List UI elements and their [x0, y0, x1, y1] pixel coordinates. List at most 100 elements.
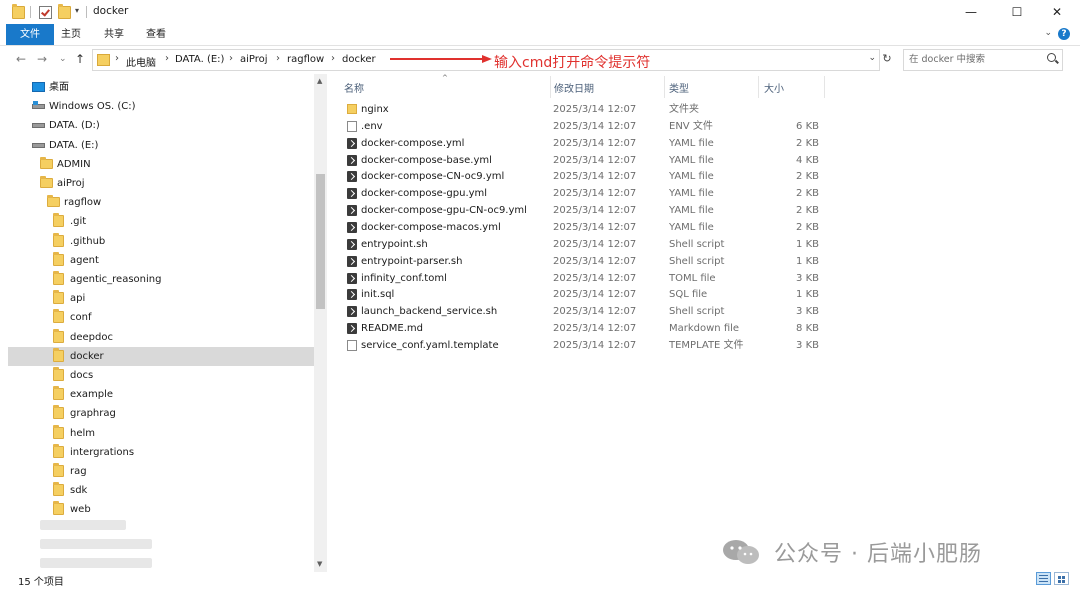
search-input[interactable]: [909, 53, 1039, 66]
folder-icon: [53, 251, 64, 266]
file-row[interactable]: init.sql 2025/3/14 12:07 SQL file 1 KB: [344, 286, 819, 303]
column-divider[interactable]: [664, 76, 665, 98]
tab-share[interactable]: 共享: [95, 24, 133, 45]
tree-item[interactable]: example: [0, 385, 314, 404]
script-file-icon: [347, 205, 357, 217]
tab-home[interactable]: 主页: [52, 24, 90, 45]
column-divider[interactable]: [758, 76, 759, 98]
file-name: launch_backend_service.sh: [361, 306, 498, 318]
breadcrumb-ragflow[interactable]: ragflow: [287, 54, 324, 65]
script-file-icon: [347, 171, 357, 183]
tab-view[interactable]: 查看: [137, 24, 175, 45]
tree-item[interactable]: graphrag: [0, 404, 314, 423]
file-row[interactable]: nginx 2025/3/14 12:07 文件夹: [344, 101, 819, 118]
minimize-button[interactable]: —: [948, 0, 994, 24]
up-button[interactable]: ↑: [75, 52, 85, 66]
file-row[interactable]: infinity_conf.toml 2025/3/14 12:07 TOML fi…: [344, 270, 819, 287]
file-row[interactable]: .env 2025/3/14 12:07 ENV 文件 6 KB: [344, 118, 819, 135]
file-name: docker-compose-macos.yml: [361, 221, 501, 233]
file-row[interactable]: docker-compose-gpu.yml 2025/3/14 12:07 YAM…: [344, 185, 819, 202]
file-type: YAML file: [669, 137, 714, 149]
tree-item[interactable]: rag: [0, 462, 314, 481]
column-header-date[interactable]: 修改日期: [554, 80, 594, 95]
tree-item[interactable]: agent: [0, 251, 314, 270]
tree-item[interactable]: helm: [0, 424, 314, 443]
file-row[interactable]: docker-compose-macos.yml 2025/3/14 12:07 Y…: [344, 219, 819, 236]
script-file-icon: [347, 289, 357, 301]
tree-item[interactable]: agentic_reasoning: [0, 270, 314, 289]
tree-item[interactable]: 桌面: [0, 78, 314, 97]
breadcrumb-this-pc[interactable]: 此电脑: [126, 54, 156, 69]
tree-item[interactable]: aiProj: [0, 174, 314, 193]
file-name: docker-compose-gpu-CN-oc9.yml: [361, 205, 527, 217]
folder-icon: [53, 290, 64, 305]
tab-file[interactable]: 文件: [6, 24, 54, 45]
address-dropdown-icon[interactable]: ⌄: [868, 53, 876, 63]
tree-item[interactable]: Windows OS. (C:): [0, 97, 314, 116]
scrollbar-thumb[interactable]: [316, 174, 325, 309]
recent-locations-button[interactable]: ⌄: [59, 54, 67, 64]
tree-item[interactable]: docs: [0, 366, 314, 385]
file-size: 2 KB: [796, 188, 819, 200]
tree-item[interactable]: ADMIN: [0, 155, 314, 174]
tree-item[interactable]: intergrations: [0, 443, 314, 462]
file-row[interactable]: docker-compose-CN-oc9.yml 2025/3/14 12:07…: [344, 168, 819, 185]
tree-item-label: docker: [70, 350, 104, 362]
breadcrumb-drive-e[interactable]: DATA. (E:): [175, 54, 224, 65]
folder-icon: [97, 54, 110, 66]
forward-button[interactable]: →: [37, 52, 47, 66]
file-modified-date: 2025/3/14 12:07: [553, 120, 637, 132]
column-header-name[interactable]: 名称: [344, 80, 364, 95]
tree-item[interactable]: .git: [0, 212, 314, 231]
folder-icon: [53, 482, 64, 497]
tree-item[interactable]: web: [0, 500, 314, 519]
column-header-size[interactable]: 大小: [764, 80, 784, 95]
tree-item[interactable]: api: [0, 289, 314, 308]
tree-item[interactable]: ragflow: [0, 193, 314, 212]
close-button[interactable]: ✕: [1034, 0, 1080, 24]
breadcrumb-aiproj[interactable]: aiProj: [240, 54, 268, 65]
wechat-icon: [723, 540, 759, 564]
file-row[interactable]: README.md 2025/3/14 12:07 Markdown file 8 K…: [344, 320, 819, 337]
refresh-button[interactable]: ↻: [880, 52, 894, 68]
file-row[interactable]: entrypoint.sh 2025/3/14 12:07 Shell script…: [344, 236, 819, 253]
details-view-button[interactable]: [1036, 572, 1051, 585]
properties-icon[interactable]: [39, 6, 52, 19]
divider: [86, 6, 87, 18]
help-icon[interactable]: ?: [1058, 28, 1070, 40]
expand-ribbon-icon[interactable]: ⌄: [1044, 28, 1052, 38]
tree-item[interactable]: deepdoc: [0, 328, 314, 347]
tree-item-label: DATA. (E:): [49, 139, 99, 151]
breadcrumb-docker[interactable]: docker: [342, 54, 376, 65]
column-header-type[interactable]: 类型: [669, 80, 689, 95]
tree-item[interactable]: DATA. (E:): [0, 136, 314, 155]
file-row[interactable]: docker-compose-base.yml 2025/3/14 12:07 YA…: [344, 152, 819, 169]
back-button[interactable]: ←: [16, 52, 26, 66]
customize-toolbar-icon[interactable]: ▾: [75, 6, 79, 15]
folder-icon: [53, 309, 64, 324]
navigation-scrollbar[interactable]: ▲ ▼: [314, 74, 327, 572]
folder-icon[interactable]: [12, 4, 25, 19]
scroll-down-icon[interactable]: ▼: [317, 560, 322, 568]
new-folder-icon[interactable]: [58, 4, 71, 19]
tree-item-label: Windows OS. (C:): [49, 101, 136, 113]
file-row[interactable]: docker-compose.yml 2025/3/14 12:07 YAML fi…: [344, 135, 819, 152]
tree-item[interactable]: .github: [0, 232, 314, 251]
search-box[interactable]: [903, 49, 1063, 71]
tree-item-label: conf: [70, 312, 92, 324]
file-row[interactable]: entrypoint-parser.sh 2025/3/14 12:07 Shell…: [344, 253, 819, 270]
file-modified-date: 2025/3/14 12:07: [553, 137, 637, 149]
search-icon[interactable]: [1047, 53, 1056, 62]
scroll-up-icon[interactable]: ▲: [317, 77, 322, 85]
large-icons-view-button[interactable]: [1054, 572, 1069, 585]
column-divider[interactable]: [550, 76, 551, 98]
tree-item[interactable]: sdk: [0, 481, 314, 500]
tree-item[interactable]: docker: [8, 346, 314, 366]
tree-item[interactable]: DATA. (D:): [0, 116, 314, 135]
file-type: ENV 文件: [669, 120, 713, 132]
file-row[interactable]: service_conf.yaml.template 2025/3/14 12:0…: [344, 337, 819, 354]
tree-item[interactable]: conf: [0, 308, 314, 327]
file-row[interactable]: docker-compose-gpu-CN-oc9.yml 2025/3/14 1…: [344, 202, 819, 219]
column-divider[interactable]: [824, 76, 825, 98]
file-row[interactable]: launch_backend_service.sh 2025/3/14 12:07…: [344, 303, 819, 320]
